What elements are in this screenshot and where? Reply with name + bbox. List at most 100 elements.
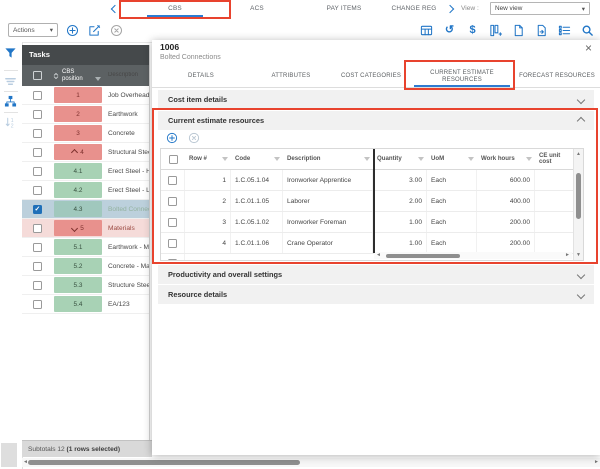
horizontal-scrollbar[interactable]: ◄ ►: [22, 458, 600, 467]
task-row[interactable]: 5 Materials: [22, 219, 149, 238]
row-checkbox-checked[interactable]: ✓: [33, 205, 42, 214]
row-checkbox[interactable]: [33, 281, 42, 290]
row-checkbox[interactable]: [33, 148, 42, 157]
resource-row[interactable]: 4 1.C.01.1.06 Crane Operator 1.00 Each 2…: [161, 233, 583, 254]
accordion-resource-details[interactable]: Resource details: [158, 285, 594, 304]
chevron-right-icon[interactable]: [447, 6, 453, 14]
tab-current-estimate-resources[interactable]: CURRENT ESTIMATE RESOURCES: [410, 66, 514, 87]
row-checkbox[interactable]: [168, 259, 177, 260]
task-row[interactable]: 5.3 Structure Steel - ..: [22, 276, 149, 295]
column-header-ce-unit-cost[interactable]: CE unit cost: [535, 149, 575, 169]
table-vertical-scrollbar[interactable]: ▲ ▼: [573, 149, 583, 260]
column-header-work-hours[interactable]: Work hours: [477, 149, 535, 169]
task-row[interactable]: 2 Earthwork: [22, 105, 149, 124]
accordion-current-estimate-resources[interactable]: Current estimate resources: [158, 111, 594, 130]
scroll-right-icon[interactable]: ►: [564, 251, 571, 260]
row-checkbox[interactable]: [33, 91, 42, 100]
tab-cbs[interactable]: CBS: [121, 0, 229, 18]
task-row[interactable]: 5.1 Earthwork - Mater..: [22, 238, 149, 257]
hierarchy-icon[interactable]: [4, 95, 17, 108]
task-row[interactable]: 5.4 EA/123: [22, 295, 149, 314]
tab-cost-categories[interactable]: COST CATEGORIES: [332, 66, 410, 87]
tab-attributes[interactable]: ATTRIBUTES: [250, 66, 332, 87]
column-filter-icon[interactable]: [468, 157, 474, 161]
task-row-selected[interactable]: ✓ 4.3 Bolted Connections: [22, 200, 149, 219]
column-header-cbs-position[interactable]: CBS position: [52, 69, 104, 82]
scrollbar-thumb[interactable]: [576, 173, 581, 219]
scrollbar-thumb[interactable]: [28, 460, 300, 465]
tab-details[interactable]: DETAILS: [152, 66, 250, 87]
scroll-right-icon[interactable]: ►: [593, 458, 600, 467]
select-all-checkbox[interactable]: [169, 155, 178, 164]
task-row[interactable]: 4 Structural Steel: [22, 143, 149, 162]
column-filter-icon[interactable]: [95, 77, 101, 81]
row-checkbox[interactable]: [33, 186, 42, 195]
row-checkbox[interactable]: [33, 243, 42, 252]
row-checkbox[interactable]: [168, 176, 177, 185]
sort-icon[interactable]: 12: [4, 116, 17, 129]
column-filter-icon[interactable]: [526, 157, 532, 161]
scrollbar-thumb[interactable]: [386, 254, 460, 258]
task-row[interactable]: 4.2 Erect Steel - Light: [22, 181, 149, 200]
row-checkbox[interactable]: [33, 300, 42, 309]
task-row[interactable]: 4.1 Erect Steel - Heavy: [22, 162, 149, 181]
remove-resource-icon[interactable]: [188, 132, 200, 144]
column-header-row[interactable]: Row #: [185, 149, 231, 169]
column-filter-icon[interactable]: [222, 157, 228, 161]
frozen-column-divider[interactable]: [373, 149, 375, 253]
resource-row[interactable]: 2 1.C.01.1.05 Laborer 2.00 Each 400.00: [161, 191, 583, 212]
refresh-icon[interactable]: ↺: [443, 24, 456, 37]
currency-icon[interactable]: $: [466, 24, 479, 37]
row-checkbox[interactable]: [33, 262, 42, 271]
actions-button[interactable]: Actions ▾: [8, 23, 58, 37]
scroll-up-icon[interactable]: ▲: [575, 151, 582, 157]
document-icon[interactable]: [512, 24, 525, 37]
column-header-code[interactable]: Code: [231, 149, 283, 169]
select-all-checkbox[interactable]: [33, 71, 42, 80]
view-dropdown[interactable]: New view ▾: [490, 2, 590, 15]
row-checkbox[interactable]: [168, 218, 177, 227]
accordion-cost-item-details[interactable]: Cost item details: [158, 90, 594, 109]
column-header-quantity[interactable]: Quantity: [373, 149, 427, 169]
row-checkbox[interactable]: [33, 167, 42, 176]
table-grid-icon[interactable]: [420, 24, 433, 37]
column-header-description[interactable]: Description: [283, 149, 373, 169]
close-icon[interactable]: ×: [585, 41, 592, 55]
row-checkbox[interactable]: [168, 239, 177, 248]
task-row[interactable]: 1 Job Overhead: [22, 86, 149, 105]
scroll-tabs-left-icon[interactable]: [112, 6, 118, 14]
filter-icon[interactable]: [4, 47, 17, 60]
column-header-uom[interactable]: UoM: [427, 149, 477, 169]
task-row[interactable]: 5.2 Concrete - Materi..: [22, 257, 149, 276]
search-icon[interactable]: [581, 24, 594, 37]
tab-acs[interactable]: ACS: [229, 0, 285, 18]
export-document-icon[interactable]: [535, 24, 548, 37]
task-row[interactable]: 3 Concrete: [22, 124, 149, 143]
delete-circle-icon[interactable]: [110, 24, 123, 37]
row-checkbox[interactable]: [33, 129, 42, 138]
row-settings-icon[interactable]: [558, 24, 571, 37]
row-checkbox[interactable]: [33, 110, 42, 119]
edit-icon[interactable]: [88, 24, 101, 37]
accordion-productivity-settings[interactable]: Productivity and overall settings: [158, 265, 594, 284]
filter-rows-icon[interactable]: [4, 75, 17, 88]
resource-row[interactable]: 3 1.C.05.1.02 Ironworker Foreman 1.00 Ea…: [161, 212, 583, 233]
collapse-all-icon[interactable]: [52, 72, 60, 80]
table-horizontal-scrollbar[interactable]: ◄ ►: [374, 252, 572, 259]
tab-forecast-resources[interactable]: FORECAST RESOURCES: [514, 66, 600, 87]
expand-row-icon[interactable]: [71, 224, 78, 231]
column-filter-icon[interactable]: [274, 157, 280, 161]
scroll-left-icon[interactable]: ◄: [375, 251, 382, 260]
add-icon[interactable]: [66, 24, 79, 37]
tab-pay-items[interactable]: PAY ITEMS: [300, 0, 388, 18]
collapse-row-icon[interactable]: [71, 148, 78, 155]
insert-column-icon[interactable]: [489, 24, 502, 37]
add-resource-icon[interactable]: [166, 132, 178, 144]
column-filter-icon[interactable]: [418, 157, 424, 161]
scroll-down-icon[interactable]: ▼: [575, 252, 582, 258]
row-checkbox[interactable]: [168, 197, 177, 206]
row-checkbox[interactable]: [33, 224, 42, 233]
resource-row[interactable]: 1 1.C.05.1.04 Ironworker Apprentice 3.00…: [161, 170, 583, 191]
tab-change-reg[interactable]: CHANGE REG: [385, 0, 443, 18]
column-filter-icon[interactable]: [364, 157, 370, 161]
